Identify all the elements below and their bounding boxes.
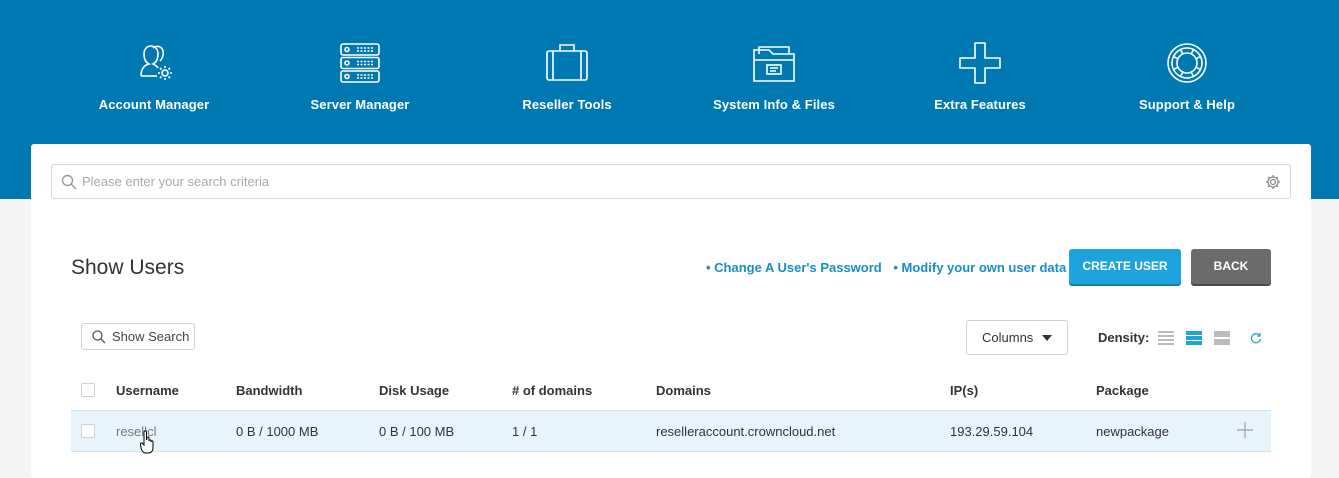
gear-icon[interactable] xyxy=(1265,174,1281,190)
refresh-icon[interactable] xyxy=(1250,332,1262,344)
search-input[interactable] xyxy=(82,165,1252,198)
page-title: Show Users xyxy=(71,256,185,279)
show-search-button[interactable]: Show Search xyxy=(81,323,195,350)
domain-count-cell: 1 / 1 xyxy=(512,424,538,439)
column-header-domain-count[interactable]: # of domains xyxy=(512,383,592,398)
back-button[interactable]: BACK xyxy=(1191,249,1271,284)
nav-label: Support & Help xyxy=(1138,97,1235,112)
search-icon xyxy=(61,174,77,190)
density-compact-icon[interactable] xyxy=(1158,330,1174,346)
ip-cell: 193.29.59.104 xyxy=(950,424,1034,439)
column-header-disk-usage[interactable]: Disk Usage xyxy=(379,383,449,398)
disk-usage-cell: 0 B / 100 MB xyxy=(379,424,455,439)
column-header-ips[interactable]: IP(s) xyxy=(950,383,978,398)
content-panel: Show Users • Change A User's Password • … xyxy=(31,144,1311,478)
main-nav: Account Manager Server Manager Reseller … xyxy=(0,0,1339,140)
density-label: Density: xyxy=(1098,330,1150,345)
search-icon xyxy=(92,330,106,344)
domains-cell: reselleraccount.crowncloud.net xyxy=(656,424,836,439)
density-standard-icon[interactable] xyxy=(1186,330,1202,346)
folder-icon xyxy=(753,46,795,82)
column-header-username[interactable]: Username xyxy=(116,383,179,398)
plus-icon xyxy=(959,42,1001,84)
nav-server-manager[interactable]: Server Manager xyxy=(260,40,460,112)
lifebuoy-icon xyxy=(1167,43,1207,83)
column-header-bandwidth[interactable]: Bandwidth xyxy=(236,383,302,398)
chevron-down-icon xyxy=(1042,335,1052,341)
account-manager-icon xyxy=(140,45,172,80)
action-links: • Change A User's Password • Modify your… xyxy=(706,260,1074,275)
column-header-domains[interactable]: Domains xyxy=(656,383,711,398)
show-search-label: Show Search xyxy=(112,329,190,344)
hand-cursor-icon xyxy=(140,430,154,454)
create-user-button[interactable]: CREATE USER xyxy=(1069,249,1181,284)
package-cell: newpackage xyxy=(1096,424,1169,439)
nav-label: Account Manager xyxy=(98,97,210,112)
bandwidth-cell: 0 B / 1000 MB xyxy=(236,424,319,439)
change-password-link[interactable]: • Change A User's Password xyxy=(706,260,882,275)
nav-label: Server Manager xyxy=(310,97,410,112)
nav-label: System Info & Files xyxy=(713,97,835,112)
density-comfortable-icon[interactable] xyxy=(1214,330,1230,346)
nav-reseller-tools[interactable]: Reseller Tools xyxy=(467,40,667,112)
nav-extra-features[interactable]: Extra Features xyxy=(880,40,1080,112)
nav-account-manager[interactable]: Account Manager xyxy=(54,40,254,112)
columns-label: Columns xyxy=(982,330,1034,345)
columns-dropdown[interactable]: Columns xyxy=(966,320,1068,355)
nav-label: Reseller Tools xyxy=(522,97,612,112)
table-header: Username Bandwidth Disk Usage # of domai… xyxy=(71,376,1271,406)
select-all-checkbox[interactable] xyxy=(81,383,95,397)
search-bar xyxy=(51,164,1291,199)
expand-row-icon[interactable] xyxy=(1237,422,1253,438)
table-row[interactable]: resellcl 0 B / 1000 MB 0 B / 100 MB 1 / … xyxy=(71,410,1271,452)
server-manager-icon xyxy=(340,43,380,83)
column-header-package[interactable]: Package xyxy=(1096,383,1149,398)
row-checkbox[interactable] xyxy=(81,424,95,438)
nav-support-help[interactable]: Support & Help xyxy=(1087,40,1287,112)
nav-system-info-files[interactable]: System Info & Files xyxy=(674,40,874,112)
modify-user-data-link[interactable]: • Modify your own user data xyxy=(893,260,1066,275)
nav-label: Extra Features xyxy=(934,97,1026,112)
briefcase-icon xyxy=(546,44,588,81)
